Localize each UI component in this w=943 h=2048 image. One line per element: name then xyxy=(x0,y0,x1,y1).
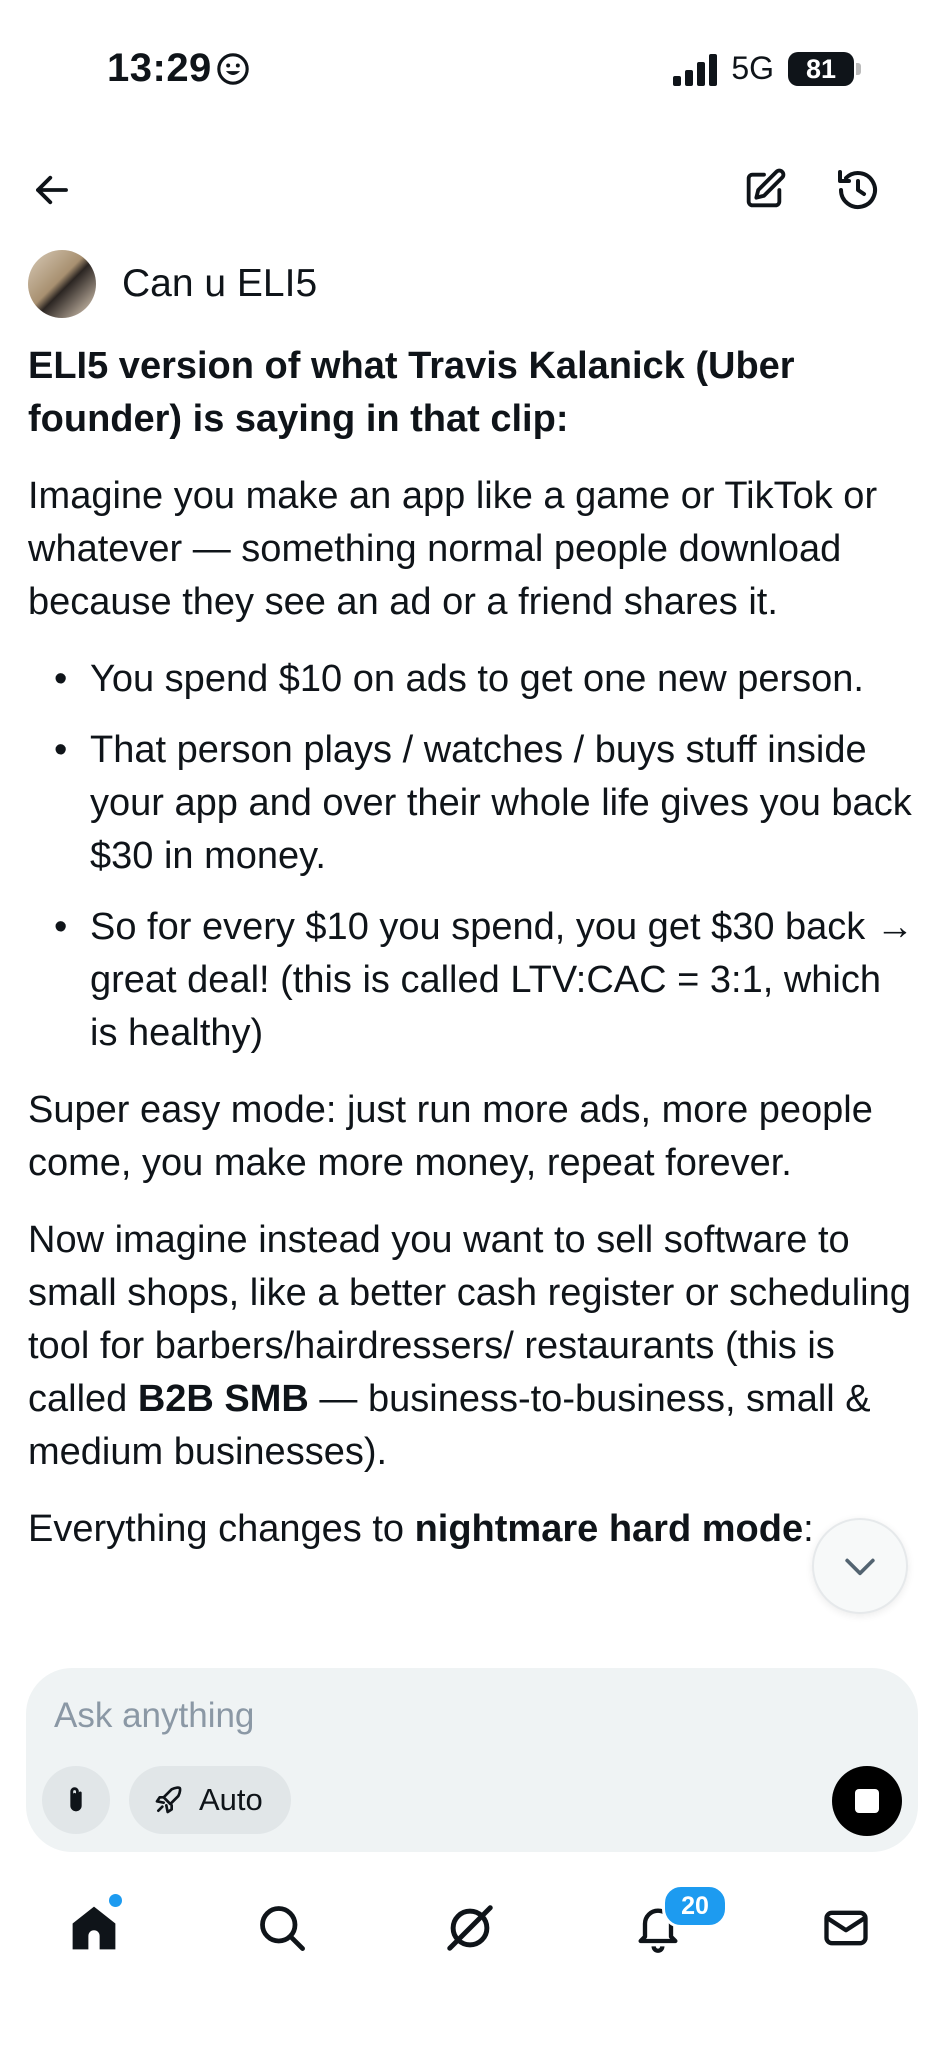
new-chat-button[interactable] xyxy=(732,158,796,222)
nav-search[interactable] xyxy=(244,1890,320,1966)
stop-icon xyxy=(855,1789,879,1813)
edit-icon xyxy=(746,168,786,208)
top-bar xyxy=(0,140,943,240)
history-button[interactable] xyxy=(826,158,890,222)
content-fade xyxy=(0,1598,943,1658)
mode-label: Auto xyxy=(199,1782,263,1817)
scroll-down-button[interactable] xyxy=(812,1518,908,1614)
status-bar: 13:29 5G 81 xyxy=(0,0,943,140)
message-heading: ELI5 version of what Travis Kalanick (Ub… xyxy=(28,345,795,440)
mode-selector-button[interactable]: Auto xyxy=(129,1766,291,1834)
nav-home[interactable] xyxy=(56,1890,132,1966)
easy-mode-paragraph: Super easy mode: just run more ads, more… xyxy=(28,1089,873,1184)
hard-text-2: : xyxy=(803,1508,814,1550)
chat-title: Can u ELI5 xyxy=(122,262,318,305)
smiley-icon xyxy=(217,53,249,85)
hard-text-1: Everything changes to xyxy=(28,1508,415,1550)
signal-icon xyxy=(673,52,718,86)
bottom-nav: 20 xyxy=(0,1868,943,1978)
nav-messages[interactable] xyxy=(808,1890,884,1966)
ask-input[interactable] xyxy=(52,1690,756,1742)
bullet-item: So for every $10 you spend, you get $30 … xyxy=(28,901,918,1060)
grok-icon xyxy=(447,1905,493,1951)
mail-icon xyxy=(824,1910,868,1946)
attach-button[interactable] xyxy=(42,1766,110,1834)
b2b-paragraph: Now imagine instead you want to sell sof… xyxy=(28,1214,918,1479)
network-label: 5G xyxy=(731,50,774,86)
rocket-icon xyxy=(155,1786,182,1814)
chat-header: Can u ELI5 xyxy=(28,250,317,318)
bullet-item: You spend $10 on ads to get one new pers… xyxy=(28,653,918,706)
avatar[interactable] xyxy=(28,250,96,318)
status-indicators: 5G 81 xyxy=(673,50,861,87)
bullet-item: That person plays / watches / buys stuff… xyxy=(28,724,918,883)
status-time: 13:29 xyxy=(107,46,212,90)
composer: Auto xyxy=(26,1668,918,1852)
history-icon xyxy=(838,170,877,210)
battery-icon: 81 xyxy=(788,51,861,86)
bullet-list: You spend $10 on ads to get one new pers… xyxy=(28,653,918,1060)
nav-notifications[interactable]: 20 xyxy=(620,1884,728,1966)
nav-grok[interactable] xyxy=(432,1890,508,1966)
stop-button[interactable] xyxy=(832,1766,902,1836)
hard-bold: nightmare hard mode xyxy=(414,1508,804,1550)
message-content[interactable]: ELI5 version of what Travis Kalanick (Ub… xyxy=(28,340,918,1648)
arrow-left-icon xyxy=(36,175,68,205)
battery-level: 81 xyxy=(788,51,854,86)
b2b-bold: B2B SMB xyxy=(137,1378,309,1420)
message-intro: Imagine you make an app like a game or T… xyxy=(28,475,878,623)
notifications-badge: 20 xyxy=(662,1884,728,1928)
back-button[interactable] xyxy=(22,160,82,220)
search-icon xyxy=(260,1906,305,1951)
home-icon xyxy=(72,1906,116,1950)
home-unread-dot xyxy=(109,1894,122,1907)
hard-mode-paragraph: Everything changes to nightmare hard mod… xyxy=(28,1503,918,1556)
paperclip-icon xyxy=(70,1787,82,1812)
chevron-down-icon xyxy=(845,1558,875,1576)
